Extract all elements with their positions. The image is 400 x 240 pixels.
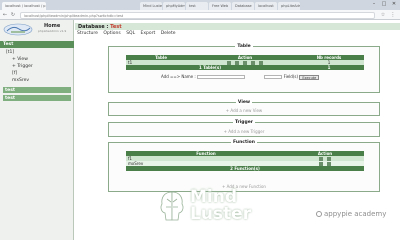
- maximize-icon[interactable]: □: [380, 1, 388, 8]
- sidebar-item-mxsrev[interactable]: mxSrev: [12, 78, 29, 83]
- sidebar-item-t1[interactable]: [t1]: [6, 50, 14, 55]
- execute-button[interactable]: Execute: [299, 74, 320, 80]
- menu-sql[interactable]: SQL: [126, 31, 135, 36]
- back-icon[interactable]: ←: [2, 12, 8, 19]
- browser-tab-4[interactable]: test: [186, 2, 208, 10]
- watermark-word-2: Luster: [190, 204, 252, 224]
- browser-tab-7[interactable]: localhost: [255, 2, 277, 10]
- tables-count: 1 Table(s): [126, 65, 294, 70]
- view-legend: View: [235, 99, 253, 105]
- functions-count: 2 Function(s): [126, 166, 364, 171]
- functions-table: Function Action f1 mxSrev 2 Function(s): [126, 151, 364, 171]
- edit-icon[interactable]: [319, 162, 323, 166]
- brain-icon: [160, 191, 184, 221]
- minimize-icon[interactable]: –: [370, 1, 378, 8]
- version-label: phpLiteAdmin v1.9: [38, 29, 67, 33]
- empty-icon[interactable]: [251, 61, 255, 65]
- db-menu: Structure Options SQL Export Delete: [77, 31, 180, 36]
- star-icon[interactable]: ☆: [380, 12, 386, 19]
- db-label: Database :: [78, 23, 111, 30]
- fields-label: Field(s): [283, 74, 299, 79]
- add-trigger-link[interactable]: + Add a new Trigger: [109, 129, 379, 134]
- add-name-label: Add ==> Name :: [161, 74, 196, 79]
- function-section: Function Function Action f1 mxSrev 2 Fun…: [108, 139, 380, 192]
- browser-tab-5[interactable]: Free Web: [209, 2, 231, 10]
- browser-toolbar: ← ↻ localhost/phpliteadmin/phpliteadmin.…: [0, 10, 400, 20]
- sidebar-db-link-2[interactable]: test: [3, 95, 71, 101]
- browser-tab-2[interactable]: Mind Luster: [140, 2, 162, 10]
- sidebar-item-f[interactable]: [f]: [12, 71, 17, 76]
- appypie-logo-icon: [316, 211, 322, 217]
- browser-tab-3[interactable]: phpMyAdmin: [163, 2, 185, 10]
- structure-icon[interactable]: [235, 61, 239, 65]
- browser-tab-6[interactable]: Database: [232, 2, 254, 10]
- browser-tabstrip: localhost / localhost / p Mind Luster ph…: [0, 0, 400, 10]
- browser-tab-8[interactable]: phpLiteAdmin: [278, 2, 300, 10]
- menu-icon[interactable]: ⋮: [390, 12, 396, 19]
- function-footer-row: 2 Function(s): [126, 166, 364, 171]
- records-total: 1: [294, 65, 364, 70]
- page-title: Database : Test: [75, 23, 400, 30]
- sidebar-db-header[interactable]: Test: [0, 41, 74, 48]
- field-count-input[interactable]: [264, 74, 283, 80]
- browser-tab-1[interactable]: localhost / localhost / p: [2, 2, 46, 10]
- mindluster-watermark: Mind Luster: [158, 187, 252, 227]
- insert-icon[interactable]: [243, 61, 247, 65]
- add-view-link[interactable]: + Add a new View: [109, 108, 379, 113]
- drop-icon[interactable]: [259, 61, 263, 65]
- tables-table: Table Action Nb records t1 1 1 Table(s) …: [126, 55, 364, 70]
- view-section: View + Add a new View: [108, 99, 380, 116]
- trigger-legend: Trigger: [232, 119, 256, 125]
- menu-options[interactable]: Options: [103, 31, 120, 36]
- function-legend: Function: [231, 139, 257, 145]
- delete-icon[interactable]: [327, 162, 331, 166]
- sidebar-db-link-1[interactable]: test: [3, 87, 71, 93]
- close-icon[interactable]: ✕: [390, 1, 398, 8]
- add-table-form: Add ==> Name : Field(s) Execute: [161, 74, 320, 80]
- db-name: Test: [110, 23, 122, 30]
- table-section: Table Table Action Nb records t1 1 1 Tab…: [108, 43, 380, 93]
- sidebar: Home phpLiteAdmin v1.9 Test [t1] + View …: [0, 20, 74, 240]
- trigger-section: Trigger + Add a new Trigger: [108, 119, 380, 137]
- menu-structure[interactable]: Structure: [77, 31, 98, 36]
- phpliteadmin-logo-icon[interactable]: [3, 23, 33, 36]
- browse-icon[interactable]: [227, 61, 231, 65]
- table-name-input[interactable]: [197, 74, 246, 80]
- menu-export[interactable]: Export: [141, 31, 156, 36]
- appypie-watermark: appypie academy: [316, 210, 386, 218]
- table-legend: Table: [235, 43, 253, 49]
- table-footer-row: 1 Table(s) 1: [126, 65, 364, 70]
- menu-delete[interactable]: Delete: [161, 31, 176, 36]
- reload-icon[interactable]: ↻: [10, 12, 16, 19]
- sidebar-item-trigger[interactable]: + Trigger: [12, 64, 33, 69]
- address-bar[interactable]: localhost/phpliteadmin/phpliteadmin.php?…: [20, 11, 375, 19]
- sidebar-item-view[interactable]: + View: [12, 57, 28, 62]
